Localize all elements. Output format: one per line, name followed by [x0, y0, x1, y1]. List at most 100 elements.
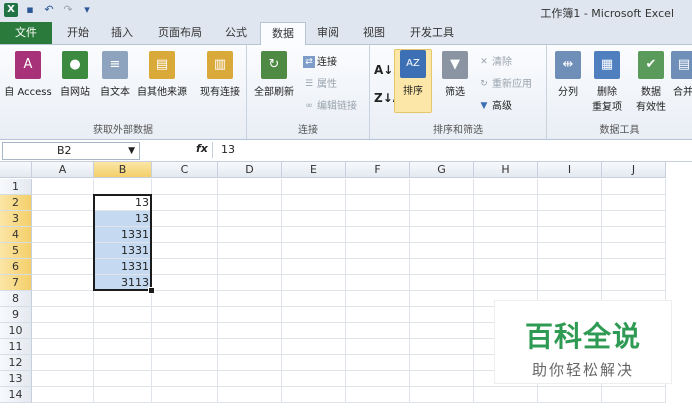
- name-box[interactable]: B2 ▼: [2, 142, 140, 160]
- cell-i6[interactable]: [538, 259, 602, 275]
- cell-c8[interactable]: [152, 291, 218, 307]
- cell-j6[interactable]: [602, 259, 666, 275]
- cell-d5[interactable]: [218, 243, 282, 259]
- cell-f11[interactable]: [346, 339, 410, 355]
- cell-a2[interactable]: [32, 195, 94, 211]
- row-header-4[interactable]: 4: [0, 227, 32, 243]
- cell-d14[interactable]: [218, 387, 282, 403]
- cell-e8[interactable]: [282, 291, 346, 307]
- fx-icon[interactable]: fx: [196, 142, 208, 155]
- cell-f1[interactable]: [346, 179, 410, 195]
- cell-g7[interactable]: [410, 275, 474, 291]
- properties-button[interactable]: ☰ 属性: [303, 75, 337, 90]
- cell-a1[interactable]: [32, 179, 94, 195]
- cell-e1[interactable]: [282, 179, 346, 195]
- from-text-button[interactable]: ≡ 自文本: [96, 51, 134, 98]
- from-web-button[interactable]: ● 自网站: [56, 51, 94, 98]
- tab-formulas[interactable]: 公式: [216, 22, 256, 44]
- row-header-1[interactable]: 1: [0, 179, 32, 195]
- cell-f14[interactable]: [346, 387, 410, 403]
- reapply-button[interactable]: ↻ 重新应用: [478, 75, 532, 90]
- tab-home[interactable]: 开始: [58, 22, 98, 44]
- cell-e12[interactable]: [282, 355, 346, 371]
- cell-h1[interactable]: [474, 179, 538, 195]
- cell-h2[interactable]: [474, 195, 538, 211]
- row-header-6[interactable]: 6: [0, 259, 32, 275]
- cell-g14[interactable]: [410, 387, 474, 403]
- from-other-sources-button[interactable]: ▤ 自其他来源: [134, 51, 190, 98]
- cell-j4[interactable]: [602, 227, 666, 243]
- cell-e6[interactable]: [282, 259, 346, 275]
- existing-connections-button[interactable]: ▥ 现有连接: [196, 51, 244, 98]
- cell-i7[interactable]: [538, 275, 602, 291]
- cell-i1[interactable]: [538, 179, 602, 195]
- cell-c7[interactable]: [152, 275, 218, 291]
- tab-review[interactable]: 审阅: [308, 22, 348, 44]
- cell-b5[interactable]: 1331: [94, 243, 152, 259]
- remove-duplicates-button[interactable]: ▦ 删除 重复项: [587, 51, 627, 113]
- cell-f8[interactable]: [346, 291, 410, 307]
- cell-f13[interactable]: [346, 371, 410, 387]
- cell-c2[interactable]: [152, 195, 218, 211]
- column-header-c[interactable]: C: [152, 162, 218, 178]
- cell-f12[interactable]: [346, 355, 410, 371]
- undo-icon[interactable]: ↶: [42, 3, 56, 17]
- cell-d2[interactable]: [218, 195, 282, 211]
- cell-h5[interactable]: [474, 243, 538, 259]
- cell-g2[interactable]: [410, 195, 474, 211]
- cell-j2[interactable]: [602, 195, 666, 211]
- cell-b12[interactable]: [94, 355, 152, 371]
- cell-h14[interactable]: [474, 387, 538, 403]
- column-header-d[interactable]: D: [218, 162, 282, 178]
- row-header-2[interactable]: 2: [0, 195, 32, 211]
- row-header-12[interactable]: 12: [0, 355, 32, 371]
- cell-d6[interactable]: [218, 259, 282, 275]
- cell-g4[interactable]: [410, 227, 474, 243]
- cell-d3[interactable]: [218, 211, 282, 227]
- row-header-11[interactable]: 11: [0, 339, 32, 355]
- cell-e4[interactable]: [282, 227, 346, 243]
- cell-c6[interactable]: [152, 259, 218, 275]
- row-header-9[interactable]: 9: [0, 307, 32, 323]
- cell-b11[interactable]: [94, 339, 152, 355]
- advanced-filter-button[interactable]: ▼ 高级: [478, 97, 512, 112]
- column-header-b[interactable]: B: [94, 162, 152, 178]
- tab-view[interactable]: 视图: [354, 22, 394, 44]
- cell-a7[interactable]: [32, 275, 94, 291]
- cell-c10[interactable]: [152, 323, 218, 339]
- cell-j5[interactable]: [602, 243, 666, 259]
- row-header-7[interactable]: 7: [0, 275, 32, 291]
- formula-input[interactable]: 13: [212, 142, 692, 158]
- cell-c4[interactable]: [152, 227, 218, 243]
- cell-b2[interactable]: 13: [94, 195, 152, 211]
- cell-a4[interactable]: [32, 227, 94, 243]
- cell-f5[interactable]: [346, 243, 410, 259]
- cell-b14[interactable]: [94, 387, 152, 403]
- cell-f9[interactable]: [346, 307, 410, 323]
- cell-b10[interactable]: [94, 323, 152, 339]
- cell-a8[interactable]: [32, 291, 94, 307]
- row-header-13[interactable]: 13: [0, 371, 32, 387]
- column-header-i[interactable]: I: [538, 162, 602, 178]
- column-header-a[interactable]: A: [32, 162, 94, 178]
- cell-g9[interactable]: [410, 307, 474, 323]
- cell-i2[interactable]: [538, 195, 602, 211]
- cell-f6[interactable]: [346, 259, 410, 275]
- column-header-j[interactable]: J: [602, 162, 666, 178]
- cell-d7[interactable]: [218, 275, 282, 291]
- save-icon[interactable]: ▪: [23, 3, 37, 17]
- cell-a12[interactable]: [32, 355, 94, 371]
- cell-c14[interactable]: [152, 387, 218, 403]
- cell-b3[interactable]: 13: [94, 211, 152, 227]
- redo-icon[interactable]: ↷: [61, 3, 75, 17]
- cell-b8[interactable]: [94, 291, 152, 307]
- cell-f3[interactable]: [346, 211, 410, 227]
- cell-b6[interactable]: 1331: [94, 259, 152, 275]
- column-header-g[interactable]: G: [410, 162, 474, 178]
- select-all-corner[interactable]: [0, 162, 32, 178]
- consolidate-button[interactable]: ▤ 合并: [671, 51, 692, 98]
- text-to-columns-button[interactable]: ⇹ 分列: [551, 51, 585, 98]
- cell-c3[interactable]: [152, 211, 218, 227]
- cell-g6[interactable]: [410, 259, 474, 275]
- cell-a13[interactable]: [32, 371, 94, 387]
